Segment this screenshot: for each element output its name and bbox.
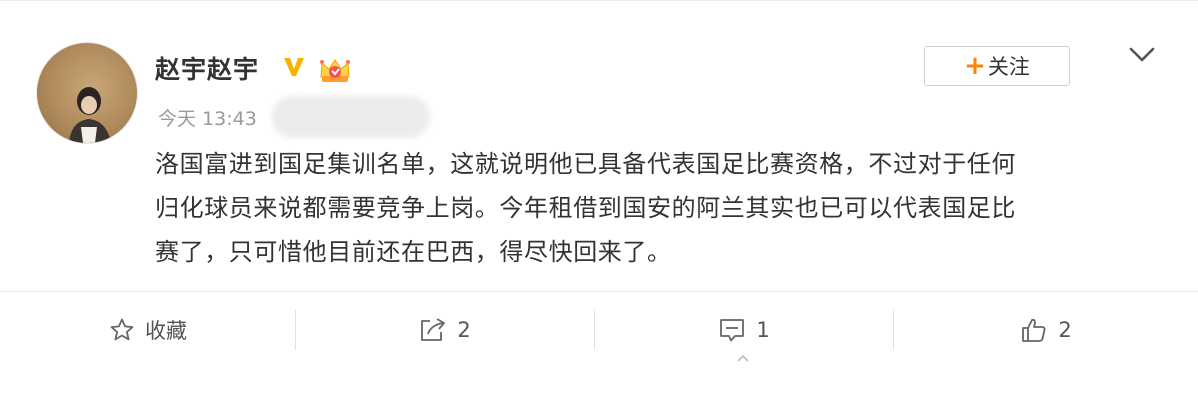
share-icon: [421, 318, 446, 341]
more-menu-button[interactable]: [1128, 44, 1156, 66]
verified-v-icon: [282, 56, 306, 82]
thumbs-up-icon: [1022, 318, 1046, 342]
follow-button-label: 关注: [987, 55, 1030, 79]
repost-count: 2: [457, 318, 471, 342]
action-divider: [0, 291, 1198, 292]
like-button[interactable]: 2: [894, 306, 1198, 354]
follow-button[interactable]: + 关注: [924, 46, 1070, 86]
post-text-line: 洛国富进到国足集训名单，这就说明他已具备代表国足比赛资格，不过对于任何: [155, 150, 1016, 178]
post-text: 洛国富进到国足集训名单，这就说明他已具备代表国足比赛资格，不过对于任何 归化球员…: [155, 142, 1145, 274]
post-timestamp[interactable]: 今天 13:43: [158, 104, 257, 131]
crown-icon: [318, 55, 352, 89]
like-count: 2: [1058, 318, 1072, 342]
plus-icon: +: [964, 51, 986, 81]
comment-icon: [720, 319, 745, 342]
avatar[interactable]: [36, 42, 138, 144]
avatar-image: [69, 87, 111, 143]
favorite-button[interactable]: 收藏: [0, 306, 296, 354]
username[interactable]: 赵宇赵宇: [155, 50, 259, 86]
weibo-post-card: 赵宇赵宇 + 关注 今天 13:43 洛国富进到国足集训名单，这就说明他已具备代…: [0, 0, 1198, 408]
comment-count: 1: [756, 318, 770, 342]
top-border: [0, 0, 1198, 1]
post-text-line: 归化球员来说都需要竞争上岗。今年租借到国安的阿兰其实也已可以代表国足比: [155, 194, 1016, 222]
star-icon: [110, 318, 134, 341]
chevron-down-icon: [1129, 47, 1155, 62]
repost-button[interactable]: 2: [296, 306, 594, 354]
comment-caret-icon: [737, 354, 749, 362]
post-text-line: 赛了，只可惜他目前还在巴西，得尽快回来了。: [155, 238, 672, 266]
favorite-label: 收藏: [145, 319, 187, 343]
action-bar: 收藏 2 1 2: [0, 306, 1198, 354]
blurred-source-region: [272, 96, 430, 138]
comment-button[interactable]: 1: [595, 306, 893, 354]
